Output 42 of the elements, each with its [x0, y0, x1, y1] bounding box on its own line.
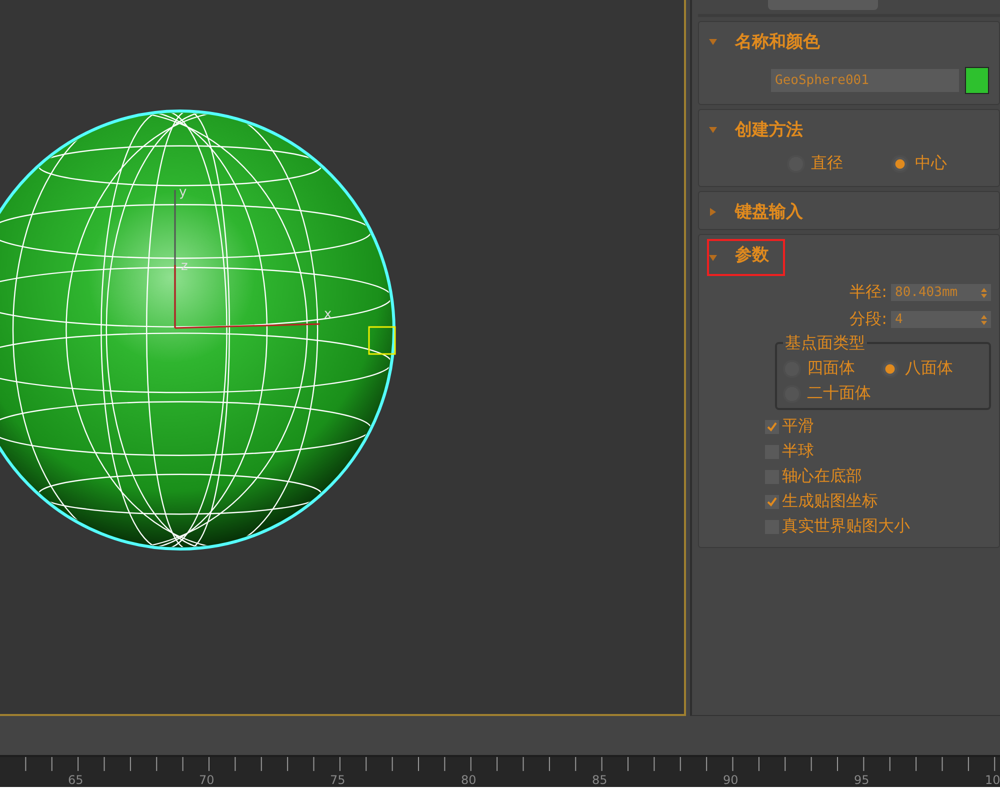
spinner-field[interactable]: 80.403mm — [891, 284, 991, 301]
ruler-label: 90 — [723, 774, 740, 787]
collapse-triangle-icon[interactable] — [709, 254, 717, 262]
rollout-title[interactable]: 名称和颜色 — [729, 26, 826, 57]
ruler-label: 80 — [461, 774, 478, 787]
spinner-label: 半径: — [850, 282, 887, 303]
gizmo-handle-icon[interactable] — [368, 326, 396, 355]
collapse-triangle-icon[interactable] — [709, 126, 717, 134]
radio-option[interactable]: 中心 — [893, 153, 947, 174]
spinner-arrows-icon[interactable] — [981, 314, 987, 326]
spinner-field[interactable]: 4 — [891, 311, 991, 328]
checkbox-option[interactable]: 真实世界贴图大小 — [765, 516, 991, 537]
ruler-label: 95 — [854, 774, 870, 787]
spinner-arrows-icon[interactable] — [981, 286, 987, 298]
ruler-label: 10 — [985, 774, 1000, 787]
object-name-field[interactable]: GeoSphere001 — [771, 69, 959, 92]
checkbox-icon[interactable] — [765, 420, 779, 434]
spinner-label: 分段: — [850, 309, 887, 330]
ruler-label: 75 — [330, 774, 346, 787]
ruler-label: 65 — [68, 774, 84, 787]
expand-triangle-icon[interactable] — [709, 208, 717, 216]
group-title: 基点面类型 — [783, 334, 867, 352]
checkbox-option[interactable]: 半球 — [765, 441, 991, 462]
checkbox-icon[interactable] — [765, 494, 779, 508]
radio-option[interactable]: 二十面体 — [785, 383, 883, 404]
rollout-title[interactable]: 参数 — [707, 239, 785, 276]
checkbox-option[interactable]: 生成贴图坐标 — [765, 491, 991, 512]
radio-option[interactable]: 八面体 — [883, 358, 981, 379]
radio-option[interactable]: 四面体 — [785, 358, 883, 379]
color-swatch[interactable] — [965, 67, 989, 94]
checkbox-option[interactable]: 轴心在底部 — [765, 466, 991, 487]
axis-label: y — [179, 185, 187, 200]
timeline-ruler[interactable]: 65 70 75 80 85 90 95 10 — [0, 755, 1000, 787]
geosphere-drawing[interactable] — [0, 110, 396, 550]
radio-option[interactable]: 直径 — [789, 153, 843, 174]
ruler-label: 85 — [592, 774, 608, 787]
rollout-title[interactable]: 创建方法 — [729, 114, 809, 145]
checkbox-option[interactable]: 平滑 — [765, 416, 991, 437]
ruler-label: 70 — [199, 774, 216, 787]
collapse-triangle-icon[interactable] — [709, 38, 717, 46]
rollout-title[interactable]: 键盘输入 — [729, 196, 809, 227]
axis-label: x — [324, 307, 332, 322]
